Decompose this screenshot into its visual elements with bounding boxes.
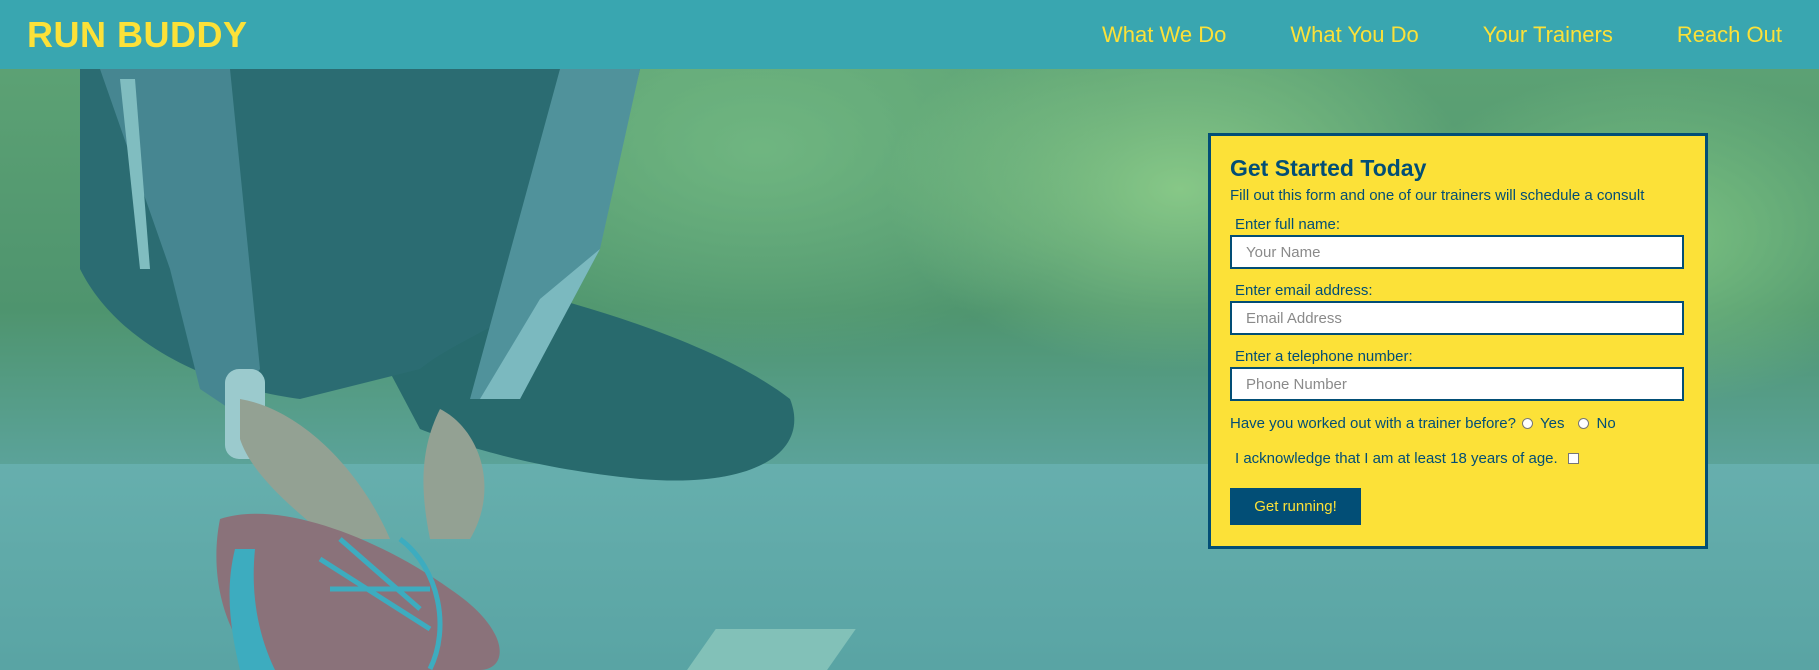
nav-link-what-we-do[interactable]: What We Do	[1102, 22, 1226, 48]
form-subtitle: Fill out this form and one of our traine…	[1230, 187, 1645, 204]
age-acknowledge-row: I acknowledge that I am at least 18 year…	[1230, 450, 1686, 467]
site-logo[interactable]: RUN BUDDY	[27, 14, 248, 56]
trainer-question-label: Have you worked out with a trainer befor…	[1230, 415, 1516, 432]
name-input[interactable]	[1230, 235, 1684, 269]
nav-link-what-you-do[interactable]: What You Do	[1290, 22, 1418, 48]
trainer-yes-label[interactable]: Yes	[1540, 415, 1564, 432]
nav-link-your-trainers[interactable]: Your Trainers	[1483, 22, 1613, 48]
name-label: Enter full name:	[1235, 216, 1341, 233]
age-acknowledge-label: I acknowledge that I am at least 18 year…	[1235, 450, 1558, 467]
form-title: Get Started Today	[1230, 155, 1427, 181]
get-running-button[interactable]: Get running!	[1230, 488, 1361, 525]
email-input[interactable]	[1230, 301, 1684, 335]
nav-link-reach-out[interactable]: Reach Out	[1677, 22, 1782, 48]
phone-input[interactable]	[1230, 367, 1684, 401]
signup-form: Get Started Today Fill out this form and…	[1208, 133, 1708, 549]
trainer-no-radio[interactable]	[1578, 418, 1590, 429]
age-acknowledge-checkbox[interactable]	[1567, 453, 1579, 464]
site-header: RUN BUDDY What We Do What You Do Your Tr…	[0, 0, 1819, 69]
phone-label: Enter a telephone number:	[1235, 348, 1413, 365]
hero-section: Get Started Today Fill out this form and…	[0, 69, 1819, 670]
main-nav: What We Do What You Do Your Trainers Rea…	[1102, 22, 1792, 48]
trainer-question-row: Have you worked out with a trainer befor…	[1230, 415, 1686, 432]
email-label: Enter email address:	[1235, 282, 1373, 299]
trainer-no-label[interactable]: No	[1596, 415, 1615, 432]
trainer-yes-radio[interactable]	[1522, 418, 1533, 429]
